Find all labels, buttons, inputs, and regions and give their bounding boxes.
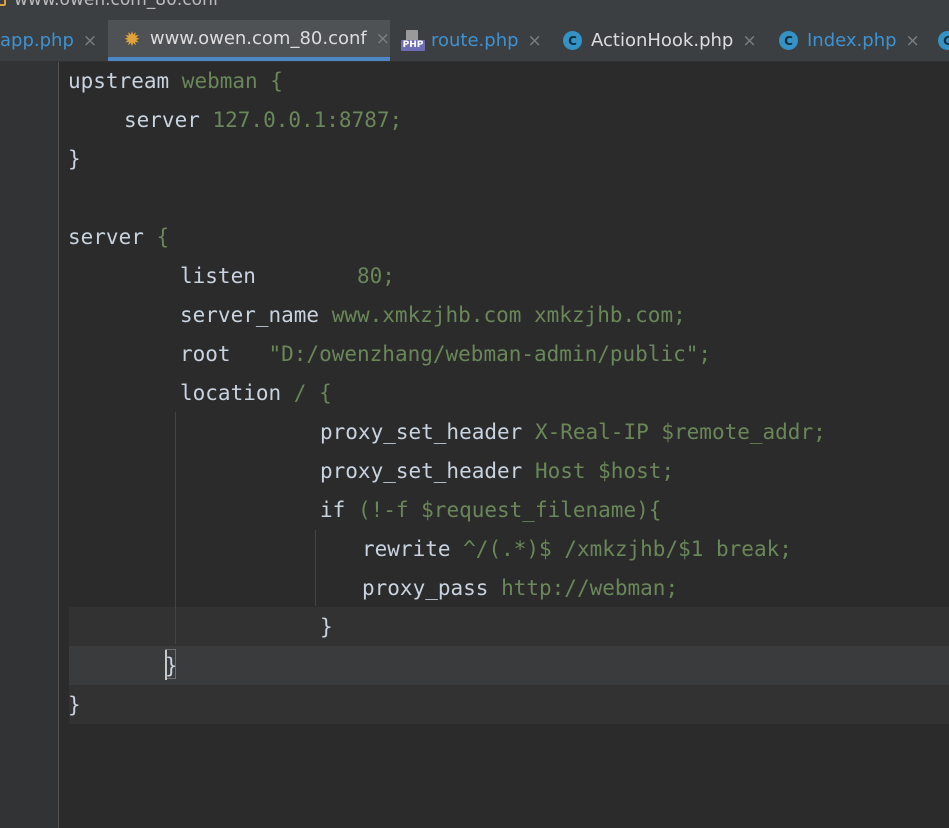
- tab-label: route.php: [431, 30, 519, 51]
- indent-guide: [315, 530, 316, 606]
- indent-guide: [175, 412, 176, 644]
- close-icon[interactable]: ×: [906, 31, 920, 51]
- tab-label: app.php: [0, 30, 74, 51]
- code-line-13: rewrite ^/(.*)$ /xmkzjhb/$1 break;: [362, 537, 792, 561]
- ide-window: www.owen.com_80.conf app.php × ✹ www.owe…: [0, 0, 949, 828]
- window-icon: [0, 0, 6, 6]
- code-line-8: root "D:/owenzhang/webman-admin/public";: [180, 342, 712, 366]
- tab-label: www.owen.com_80.conf: [149, 28, 367, 49]
- code-line-11: proxy_set_header Host $host;: [320, 459, 675, 483]
- tab-label: ActionHook.php: [591, 30, 734, 51]
- tab-route-php[interactable]: PHP route.php ×: [401, 20, 542, 61]
- code-line-9: location / {: [180, 381, 332, 405]
- caret-line-highlight: [69, 646, 949, 685]
- php-file-icon: PHP: [401, 29, 425, 52]
- close-icon[interactable]: ×: [83, 31, 97, 51]
- tab-overflow[interactable]: C: [938, 20, 949, 61]
- code-line-15: }: [320, 615, 333, 639]
- close-icon[interactable]: ×: [742, 31, 756, 51]
- code-line-1: upstream webman {: [68, 69, 283, 93]
- class-c-icon: C: [938, 31, 949, 50]
- line-gutter: [0, 62, 59, 828]
- tab-www-owen-com-80-conf[interactable]: ✹ www.owen.com_80.conf ×: [108, 20, 390, 61]
- class-c-icon: C: [563, 31, 582, 50]
- class-c-icon: C: [779, 31, 798, 50]
- code-line-12: if (!-f $request_filename){: [320, 498, 662, 522]
- code-line-7: server_name www.xmkzjhb.com xmkzjhb.com;: [180, 303, 686, 327]
- title-bar: www.owen.com_80.conf: [0, 0, 949, 20]
- config-gear-icon: ✹: [123, 26, 141, 51]
- code-line-6: listen 80;: [180, 264, 395, 288]
- code-line-3: }: [68, 147, 81, 171]
- tab-app-php[interactable]: app.php ×: [0, 20, 97, 61]
- code-line-17: }: [68, 693, 81, 717]
- code-block-highlight: [69, 607, 949, 646]
- tab-actionhook-php[interactable]: C ActionHook.php ×: [563, 20, 757, 61]
- code-line-14: proxy_pass http://webman;: [362, 576, 679, 600]
- close-icon[interactable]: ×: [528, 31, 542, 51]
- code-line-2: server 127.0.0.1:8787;: [124, 108, 403, 132]
- editor-tab-bar: app.php × ✹ www.owen.com_80.conf × PHP r…: [0, 20, 949, 62]
- tab-label: Index.php: [807, 30, 897, 51]
- tab-index-php[interactable]: C Index.php ×: [779, 20, 920, 61]
- text-caret: [165, 650, 167, 680]
- code-block-highlight: [69, 685, 949, 724]
- close-icon[interactable]: ×: [376, 29, 390, 49]
- code-line-5: server {: [68, 225, 170, 249]
- window-title: www.owen.com_80.conf: [14, 0, 219, 10]
- code-line-10: proxy_set_header X-Real-IP $remote_addr;: [320, 420, 826, 444]
